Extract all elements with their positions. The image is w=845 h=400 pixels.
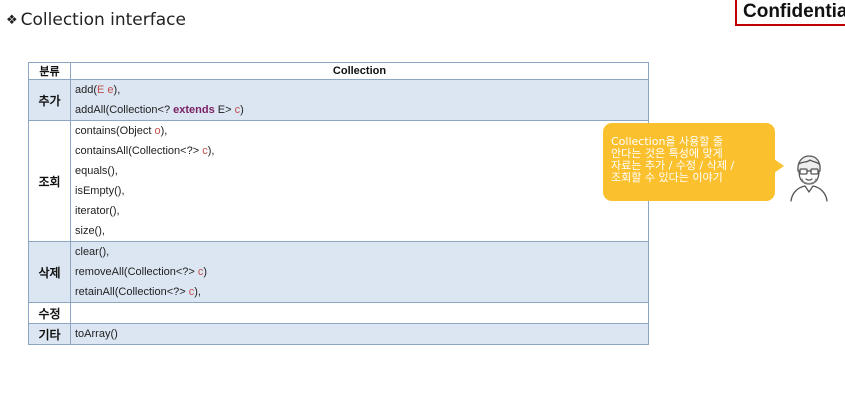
row-category: 기타 bbox=[28, 323, 71, 345]
method-close: ), bbox=[207, 145, 215, 157]
method-name: clear(), bbox=[75, 246, 110, 258]
callout-tail bbox=[774, 159, 784, 173]
slide-heading: ❖ Collection interface bbox=[6, 10, 186, 30]
table-row: 삭제 clear(), removeAll(Collection<?> c) reta… bbox=[28, 241, 649, 303]
method-param: E e bbox=[97, 84, 114, 96]
method-name: addAll(Collection<? bbox=[75, 104, 174, 116]
method-close: ) bbox=[203, 266, 208, 278]
row-methods: add(E e), addAll(Collection<? extends E> … bbox=[70, 79, 649, 121]
header-category: 분류 bbox=[28, 62, 71, 80]
row-methods: contains(Object o), containsAll(Collectio… bbox=[70, 120, 649, 242]
collection-method-table: 분류 Collection 추가 add(E e), addAll(Collecti… bbox=[28, 62, 649, 345]
table-row: 기타 toArray() bbox=[28, 323, 649, 345]
method-signature: size(), bbox=[71, 221, 648, 241]
method-signature: addAll(Collection<? extends E> c) bbox=[71, 100, 648, 120]
method-name: add( bbox=[75, 84, 98, 96]
table-row: 수정 bbox=[28, 302, 649, 324]
table-body: 추가 add(E e), addAll(Collection<? extends E… bbox=[28, 79, 649, 345]
header-collection: Collection bbox=[70, 62, 649, 80]
row-category: 삭제 bbox=[28, 241, 71, 303]
confidential-stamp: Confidential bbox=[735, 0, 845, 26]
diamond-bullet-icon: ❖ bbox=[6, 12, 18, 28]
method-signature: contains(Object o), bbox=[71, 121, 648, 141]
method-name: equals(), bbox=[75, 165, 118, 177]
method-signature: add(E e), bbox=[71, 80, 648, 100]
method-name: size(), bbox=[75, 225, 105, 237]
method-close: ), bbox=[194, 286, 201, 298]
method-signature: equals(), bbox=[71, 161, 648, 181]
slide-title: Collection interface bbox=[20, 10, 186, 30]
method-close: ), bbox=[113, 84, 121, 96]
method-signature: toArray() bbox=[71, 324, 648, 344]
row-methods: clear(), removeAll(Collection<?> c) retain… bbox=[70, 241, 649, 303]
method-type: E> bbox=[214, 104, 235, 116]
method-name: toArray() bbox=[75, 328, 118, 340]
method-name: iterator(), bbox=[75, 205, 120, 217]
method-name: contains(Object bbox=[75, 125, 155, 137]
method-signature: removeAll(Collection<?> c) bbox=[71, 262, 648, 282]
method-signature: iterator(), bbox=[71, 201, 648, 221]
method-name: isEmpty(), bbox=[75, 185, 125, 197]
method-name: containsAll(Collection<?> bbox=[75, 145, 203, 157]
presenter-avatar-icon bbox=[790, 155, 828, 202]
method-name: removeAll(Collection<?> bbox=[75, 266, 198, 278]
row-category: 수정 bbox=[28, 302, 71, 324]
method-close: ) bbox=[240, 104, 244, 116]
method-close: ), bbox=[160, 125, 168, 137]
method-name: retainAll(Collection<?> bbox=[75, 286, 189, 298]
row-methods: toArray() bbox=[70, 323, 649, 345]
method-signature: containsAll(Collection<?> c), bbox=[71, 141, 648, 161]
table-row: 조회 contains(Object o), containsAll(Collect… bbox=[28, 120, 649, 242]
method-signature: isEmpty(), bbox=[71, 181, 648, 201]
row-category: 조회 bbox=[28, 120, 71, 242]
speech-callout: Collection을 사용할 줄 안다는 것은 특성에 맞게 자료는 추가 /… bbox=[603, 123, 784, 201]
method-signature: retainAll(Collection<?> c), bbox=[71, 282, 648, 302]
generic-keyword: extends bbox=[173, 104, 215, 116]
method-signature: clear(), bbox=[71, 242, 648, 262]
row-category: 추가 bbox=[28, 79, 71, 121]
table-row: 추가 add(E e), addAll(Collection<? extends E… bbox=[28, 79, 649, 121]
empty-method-line bbox=[71, 303, 648, 323]
row-methods bbox=[70, 302, 649, 324]
callout-line: 조회할 수 있다는 이야기 bbox=[611, 171, 723, 184]
